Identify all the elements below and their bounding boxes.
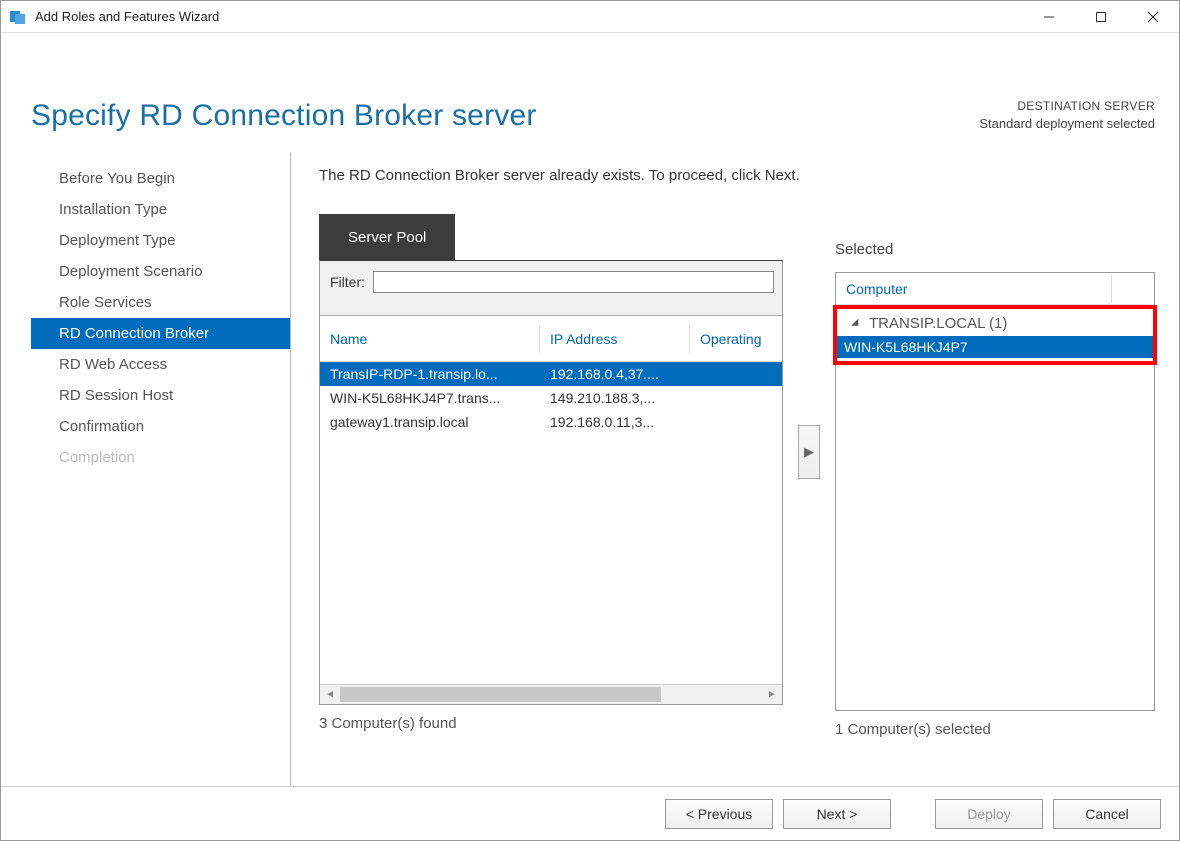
selected-panel: Selected Computer TRANSIP.LOCAL (1) WIN-…	[835, 214, 1155, 738]
filter-label: Filter:	[330, 274, 365, 290]
destination-block: DESTINATION SERVER Standard deployment s…	[979, 97, 1155, 133]
destination-value: Standard deployment selected	[979, 115, 1155, 133]
horizontal-scrollbar[interactable]: ◄ ►	[320, 684, 782, 704]
next-button[interactable]: Next >	[783, 799, 891, 829]
col-header-name[interactable]: Name	[320, 325, 540, 353]
col-header-os[interactable]: Operating	[690, 325, 782, 353]
nav-role-services[interactable]: Role Services	[31, 287, 290, 318]
scroll-right-icon[interactable]: ►	[762, 685, 782, 704]
window-title: Add Roles and Features Wizard	[35, 9, 219, 24]
nav-deployment-type[interactable]: Deployment Type	[31, 225, 290, 256]
col-header-computer[interactable]: Computer	[836, 275, 1112, 303]
server-pool-panel: Server Pool Filter: Name IP Address Oper…	[319, 214, 783, 732]
nav-rd-web-access[interactable]: RD Web Access	[31, 349, 290, 380]
tree-group-label: TRANSIP.LOCAL (1)	[869, 315, 1007, 332]
chevron-right-icon: ▶	[804, 444, 814, 460]
scroll-thumb[interactable]	[340, 687, 661, 702]
selected-count-text: 1 Computer(s) selected	[835, 721, 1155, 738]
col-header-ip[interactable]: IP Address	[540, 325, 690, 353]
add-to-selected-button[interactable]: ▶	[798, 425, 820, 479]
server-pool-grid: Name IP Address Operating TransIP-RDP-1.…	[320, 316, 782, 704]
tree-group[interactable]: TRANSIP.LOCAL (1)	[836, 311, 1154, 336]
wizard-content: The RD Connection Broker server already …	[291, 153, 1179, 785]
nav-deployment-scenario[interactable]: Deployment Scenario	[31, 256, 290, 287]
instruction-text: The RD Connection Broker server already …	[319, 167, 1155, 184]
selected-computer-item[interactable]: WIN-K5L68HKJ4P7	[836, 336, 1154, 358]
app-icon	[9, 8, 27, 26]
minimize-button[interactable]	[1023, 1, 1075, 32]
nav-rd-session-host[interactable]: RD Session Host	[31, 380, 290, 411]
page-title: Specify RD Connection Broker server	[31, 99, 537, 133]
close-button[interactable]	[1127, 1, 1179, 32]
cancel-button[interactable]: Cancel	[1053, 799, 1161, 829]
selected-heading: Selected	[835, 214, 1155, 264]
server-pool-tab[interactable]: Server Pool	[319, 214, 455, 260]
maximize-button[interactable]	[1075, 1, 1127, 32]
deploy-button: Deploy	[935, 799, 1043, 829]
wizard-footer: < Previous Next > Deploy Cancel	[1, 786, 1179, 840]
pool-count-text: 3 Computer(s) found	[319, 715, 783, 732]
pool-row[interactable]: TransIP-RDP-1.transip.lo... 192.168.0.4,…	[320, 362, 782, 386]
nav-before-you-begin[interactable]: Before You Begin	[31, 163, 290, 194]
nav-installation-type[interactable]: Installation Type	[31, 194, 290, 225]
scroll-left-icon[interactable]: ◄	[320, 685, 340, 704]
destination-label: DESTINATION SERVER	[979, 97, 1155, 115]
window-controls	[1023, 1, 1179, 32]
nav-rd-connection-broker[interactable]: RD Connection Broker	[31, 318, 290, 349]
previous-button[interactable]: < Previous	[665, 799, 773, 829]
wizard-steps: Before You Begin Installation Type Deplo…	[31, 153, 291, 785]
wizard-header: Specify RD Connection Broker server DEST…	[1, 33, 1179, 153]
caret-down-icon	[851, 318, 862, 329]
filter-input[interactable]	[373, 271, 774, 293]
pool-row[interactable]: WIN-K5L68HKJ4P7.trans... 149.210.188.3,.…	[320, 386, 782, 410]
pool-row[interactable]: gateway1.transip.local 192.168.0.11,3...	[320, 410, 782, 434]
nav-completion: Completion	[31, 442, 290, 473]
title-bar: Add Roles and Features Wizard	[1, 1, 1179, 33]
nav-confirmation[interactable]: Confirmation	[31, 411, 290, 442]
